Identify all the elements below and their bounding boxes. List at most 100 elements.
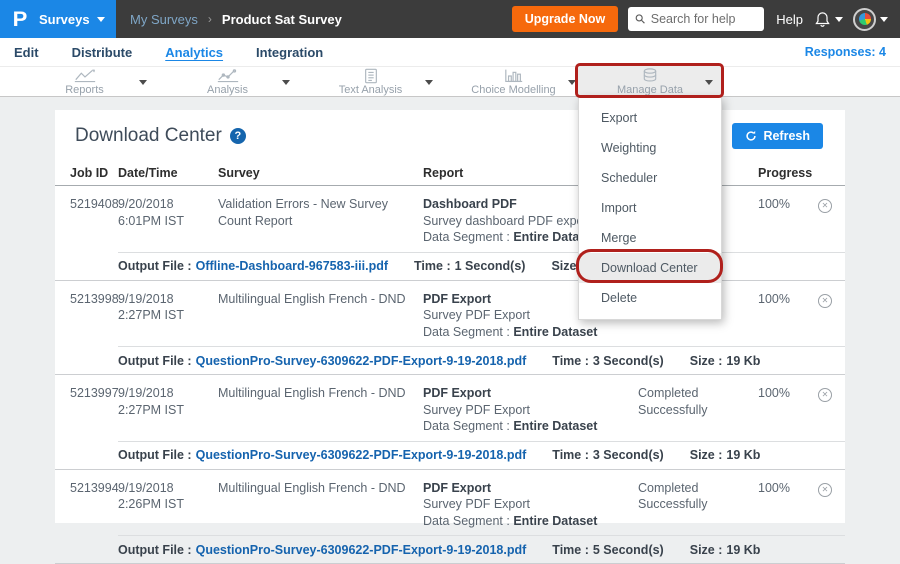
table-row: 5213994 9/19/2018 2:26PM IST Multilingua… xyxy=(55,470,845,536)
download-center-panel: Download Center Refresh Job ID Date/Time… xyxy=(55,110,845,523)
progress-cell: 100% xyxy=(738,196,798,213)
data-segment-value: Entire Dataset xyxy=(513,514,597,528)
table-row: 5213998 9/19/2018 2:27PM IST Multilingua… xyxy=(55,281,845,347)
data-segment-value: Entire Dataset xyxy=(513,419,597,433)
table-header-row: Job ID Date/Time Survey Report Progress xyxy=(55,160,845,186)
upgrade-now-button[interactable]: Upgrade Now xyxy=(512,6,619,32)
chevron-down-icon xyxy=(97,17,105,22)
output-file-label: Output File : xyxy=(118,543,192,557)
toolbar-manage-data[interactable]: Manage Data xyxy=(578,67,722,97)
size-value: 19 Kb xyxy=(726,543,760,557)
output-file-row: Output File : QuestionPro-Survey-6309622… xyxy=(118,441,845,469)
report-description: Survey PDF Export xyxy=(423,496,628,513)
size-value: 19 Kb xyxy=(726,448,760,462)
job-block: 5219408 9/20/2018 6:01PM IST Validation … xyxy=(55,186,845,281)
toolbar-label: Choice Modelling xyxy=(442,85,585,96)
account-menu[interactable] xyxy=(853,8,888,31)
menu-item-delete[interactable]: Delete xyxy=(579,283,721,313)
bar-chart-icon xyxy=(442,68,585,85)
refresh-button[interactable]: Refresh xyxy=(732,123,823,149)
product-menu-label: Surveys xyxy=(39,12,90,27)
data-segment-value: Entire Dataset xyxy=(513,325,597,339)
notifications-menu[interactable] xyxy=(814,11,843,28)
trend-chart-icon xyxy=(156,68,299,85)
survey-cell: Validation Errors - New Survey Count Rep… xyxy=(218,196,423,229)
menu-item-import[interactable]: Import xyxy=(579,193,721,223)
datetime-cell: 9/19/2018 2:27PM IST xyxy=(118,291,218,324)
manage-data-dropdown: Export Weighting Scheduler Import Merge … xyxy=(578,97,722,320)
toolbar-label: Text Analysis xyxy=(299,85,442,96)
main-content: Download Center Refresh Job ID Date/Time… xyxy=(0,97,900,523)
menu-item-export[interactable]: Export xyxy=(579,103,721,133)
tab-analytics[interactable]: Analytics xyxy=(165,45,223,60)
product-menu[interactable]: P Surveys xyxy=(0,0,116,38)
menu-item-weighting[interactable]: Weighting xyxy=(579,133,721,163)
chevron-down-icon xyxy=(880,17,888,22)
data-segment-label: Data Segment : xyxy=(423,230,510,244)
status-cell: Completed Successfully xyxy=(638,385,738,418)
output-file-link[interactable]: QuestionPro-Survey-6309622-PDF-Export-9-… xyxy=(196,354,527,368)
questionpro-logo-icon: P xyxy=(13,9,28,30)
menu-item-scheduler[interactable]: Scheduler xyxy=(579,163,721,193)
chevron-down-icon[interactable] xyxy=(425,80,433,85)
report-type: PDF Export xyxy=(423,480,628,497)
chevron-down-icon[interactable] xyxy=(705,80,713,85)
output-file-row: Output File : Offline-Dashboard-967583-i… xyxy=(118,252,845,280)
page-title-text: Download Center xyxy=(75,125,222,147)
question-circle-icon[interactable] xyxy=(230,128,246,144)
breadcrumb-parent-link[interactable]: My Surveys xyxy=(130,12,198,27)
help-search-box[interactable] xyxy=(628,7,764,31)
toolbar-text-analysis[interactable]: Text Analysis xyxy=(299,67,442,97)
output-file-label: Output File : xyxy=(118,448,192,462)
time-value: 1 Second(s) xyxy=(455,259,526,273)
toolbar-label: Manage Data xyxy=(578,85,722,96)
survey-cell: Multilingual English French - DND xyxy=(218,480,423,497)
cancel-job-icon[interactable] xyxy=(818,483,832,497)
help-link[interactable]: Help xyxy=(776,12,803,27)
tab-distribute[interactable]: Distribute xyxy=(72,45,133,60)
line-chart-icon xyxy=(13,68,156,85)
datetime-cell: 9/20/2018 6:01PM IST xyxy=(118,196,218,229)
header-datetime: Date/Time xyxy=(118,166,218,180)
job-block: 5213998 9/19/2018 2:27PM IST Multilingua… xyxy=(55,281,845,376)
top-header-bar: P Surveys My Surveys › Product Sat Surve… xyxy=(0,0,900,38)
search-input[interactable] xyxy=(651,12,758,26)
breadcrumb: My Surveys › Product Sat Survey xyxy=(130,12,342,27)
report-type: PDF Export xyxy=(423,385,628,402)
page-title: Download Center xyxy=(75,125,246,147)
toolbar-choice-modelling[interactable]: Choice Modelling xyxy=(442,67,585,97)
output-file-link[interactable]: QuestionPro-Survey-6309622-PDF-Export-9-… xyxy=(196,543,527,557)
tab-integration[interactable]: Integration xyxy=(256,45,323,60)
cancel-job-icon[interactable] xyxy=(818,199,832,213)
time-label: Time : xyxy=(552,448,589,462)
job-id-cell: 5213997 xyxy=(70,385,118,402)
time-label: Time : xyxy=(552,543,589,557)
chevron-down-icon[interactable] xyxy=(139,80,147,85)
menu-item-merge[interactable]: Merge xyxy=(579,223,721,253)
table-row: 5213997 9/19/2018 2:27PM IST Multilingua… xyxy=(55,375,845,441)
survey-cell: Multilingual English French - DND xyxy=(218,385,423,402)
toolbar-label: Reports xyxy=(13,85,156,96)
output-file-link[interactable]: QuestionPro-Survey-6309622-PDF-Export-9-… xyxy=(196,448,527,462)
time-value: 5 Second(s) xyxy=(593,543,664,557)
cancel-job-icon[interactable] xyxy=(818,388,832,402)
job-block: 5213997 9/19/2018 2:27PM IST Multilingua… xyxy=(55,375,845,470)
output-file-link[interactable]: Offline-Dashboard-967583-iii.pdf xyxy=(196,259,388,273)
time-value: 3 Second(s) xyxy=(593,448,664,462)
chevron-down-icon[interactable] xyxy=(568,80,576,85)
output-file-row: Output File : QuestionPro-Survey-6309622… xyxy=(118,346,845,374)
menu-item-download-center[interactable]: Download Center xyxy=(579,253,721,283)
database-icon xyxy=(578,68,722,85)
toolbar-analysis[interactable]: Analysis xyxy=(156,67,299,97)
chevron-down-icon[interactable] xyxy=(282,80,290,85)
responses-count[interactable]: Responses: 4 xyxy=(805,45,886,59)
tab-edit[interactable]: Edit xyxy=(14,45,39,60)
cancel-job-icon[interactable] xyxy=(818,294,832,308)
output-file-row: Output File : QuestionPro-Survey-6309622… xyxy=(118,535,845,563)
status-cell: Completed Successfully xyxy=(638,480,738,513)
gauge-icon xyxy=(859,13,871,25)
analytics-toolbar: Reports Analysis Text xyxy=(0,66,900,97)
toolbar-reports[interactable]: Reports xyxy=(13,67,156,97)
time-label: Time : xyxy=(552,354,589,368)
size-label: Size : xyxy=(690,448,723,462)
